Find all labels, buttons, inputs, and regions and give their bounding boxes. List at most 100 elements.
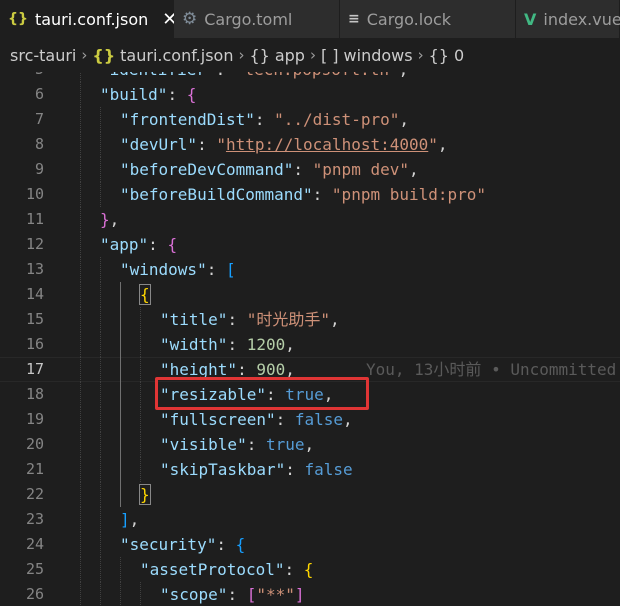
object-icon: {}	[428, 45, 449, 65]
code-token: ,	[399, 72, 409, 79]
chevron-right-icon: ›	[309, 46, 316, 64]
code-token: 1200	[246, 335, 286, 354]
indent-guide	[80, 257, 81, 282]
code-text[interactable]: "visible": true,	[160, 432, 314, 457]
code-lines: 5 "identifier": "tech.popsoft.tn", 6 "build…	[0, 72, 620, 606]
code-text[interactable]: },	[100, 207, 119, 232]
code-text[interactable]: "assetProtocol": {	[140, 557, 313, 582]
tab-cargo-toml[interactable]: ⚙ Cargo.toml	[174, 0, 340, 38]
code-token: :	[275, 410, 295, 429]
indent-guide	[140, 382, 141, 407]
line-number: 11	[25, 210, 44, 228]
code-text[interactable]: "height": 900,	[160, 357, 295, 382]
json-icon: {}	[8, 11, 28, 27]
breadcrumb-folder[interactable]: src-tauri	[10, 46, 76, 65]
code-line: 9 "beforeDevCommand": "pnpm dev",	[0, 157, 620, 182]
code-text[interactable]: "beforeBuildCommand": "pnpm build:pro"	[120, 182, 486, 207]
indent-guide	[120, 482, 121, 507]
indent-guide	[120, 307, 121, 332]
line-number: 24	[25, 535, 44, 553]
code-token: "tech.popsoft.tn"	[235, 72, 399, 79]
indent-guide	[80, 582, 81, 606]
indent-guide	[140, 457, 141, 482]
indent-guide	[80, 82, 81, 107]
indent-guide	[80, 382, 81, 407]
code-token: ,	[129, 510, 140, 529]
code-token: ]	[294, 585, 305, 604]
code-token: {	[303, 560, 314, 579]
tab-tauri-conf-json[interactable]: {} tauri.conf.json ✕	[0, 0, 177, 38]
code-token: ,	[285, 360, 295, 379]
line-number: 8	[34, 135, 44, 153]
code-token: "title"	[160, 310, 228, 329]
code-text[interactable]: "identifier": "tech.popsoft.tn",	[100, 72, 408, 82]
code-text[interactable]: {	[139, 282, 151, 307]
code-line: 7 "frontendDist": "../dist-pro",	[0, 107, 620, 132]
code-text[interactable]: "fullscreen": false,	[160, 407, 353, 432]
breadcrumb-app[interactable]: app	[275, 46, 305, 65]
code-token: ,	[109, 210, 120, 229]
code-text[interactable]: "title": "时光助手",	[160, 307, 340, 332]
code-text[interactable]: "devUrl": "http://localhost:4000",	[120, 132, 448, 157]
indent-guide	[120, 582, 121, 606]
code-text[interactable]: "windows": [	[120, 257, 236, 282]
indent-guide	[80, 432, 81, 457]
code-token: ,	[343, 410, 353, 429]
indent-guide	[120, 382, 121, 407]
code-text[interactable]: "build": {	[100, 82, 196, 107]
code-token: {	[235, 535, 246, 554]
code-token: "beforeDevCommand"	[120, 160, 294, 179]
code-text[interactable]: "skipTaskbar": false	[160, 457, 353, 482]
line-number: 17	[25, 360, 44, 378]
breadcrumb-file[interactable]: tauri.conf.json	[120, 46, 233, 65]
indent-guide	[80, 207, 81, 232]
tab-index-vue[interactable]: Vindex.vue	[516, 0, 620, 38]
code-text[interactable]: "scope": ["**"]	[160, 582, 305, 606]
indent-guide	[100, 557, 101, 582]
indent-guide	[140, 407, 141, 432]
indent-guide	[80, 107, 81, 132]
code-text[interactable]: "app": {	[100, 232, 177, 257]
code-editor[interactable]: 5 "identifier": "tech.popsoft.tn", 6 "build…	[0, 72, 620, 606]
indent-guide	[80, 532, 81, 557]
line-number: 12	[25, 235, 44, 253]
indent-guide	[100, 582, 101, 606]
indent-guide	[140, 582, 141, 606]
indent-guide	[80, 182, 81, 207]
code-token: "scope"	[160, 585, 228, 604]
code-line: 5 "identifier": "tech.popsoft.tn",	[0, 72, 620, 82]
array-icon: [ ]	[320, 45, 339, 65]
code-token: 900	[256, 360, 286, 379]
code-token: "app"	[100, 235, 149, 254]
code-text[interactable]: "beforeDevCommand": "pnpm dev",	[120, 157, 419, 182]
indent-guide	[100, 507, 101, 532]
code-text[interactable]: "frontendDist": "../dist-pro",	[120, 107, 409, 132]
chevron-right-icon: ›	[81, 46, 88, 64]
breadcrumb-index[interactable]: 0	[454, 46, 464, 65]
code-text[interactable]: }	[139, 482, 151, 507]
indent-guide	[100, 257, 101, 282]
json-icon: {}	[92, 45, 116, 65]
code-text[interactable]: "resizable": true,	[160, 382, 333, 407]
code-line: 22}	[0, 482, 620, 507]
code-token: false	[294, 410, 344, 429]
code-token: :	[293, 160, 313, 179]
breadcrumb-windows[interactable]: windows	[344, 46, 413, 65]
tab-cargo-lock[interactable]: ≡ Cargo.lock	[340, 0, 516, 38]
chevron-right-icon: ›	[417, 46, 424, 64]
code-text[interactable]: "security": {	[120, 532, 245, 557]
code-text[interactable]: ],	[120, 507, 139, 532]
line-number: 21	[25, 460, 44, 478]
code-token: :	[285, 460, 305, 479]
code-token: ,	[329, 310, 340, 329]
code-token: [	[246, 585, 257, 604]
code-token: "height"	[160, 360, 238, 379]
indent-guide	[80, 157, 81, 182]
code-token: :	[265, 385, 286, 404]
indent-guide	[100, 407, 101, 432]
code-token: "identifier"	[100, 72, 216, 79]
code-text[interactable]: "width": 1200,	[160, 332, 295, 357]
indent-guide	[120, 357, 121, 382]
indent-guide	[80, 132, 81, 157]
indent-guide	[100, 432, 101, 457]
